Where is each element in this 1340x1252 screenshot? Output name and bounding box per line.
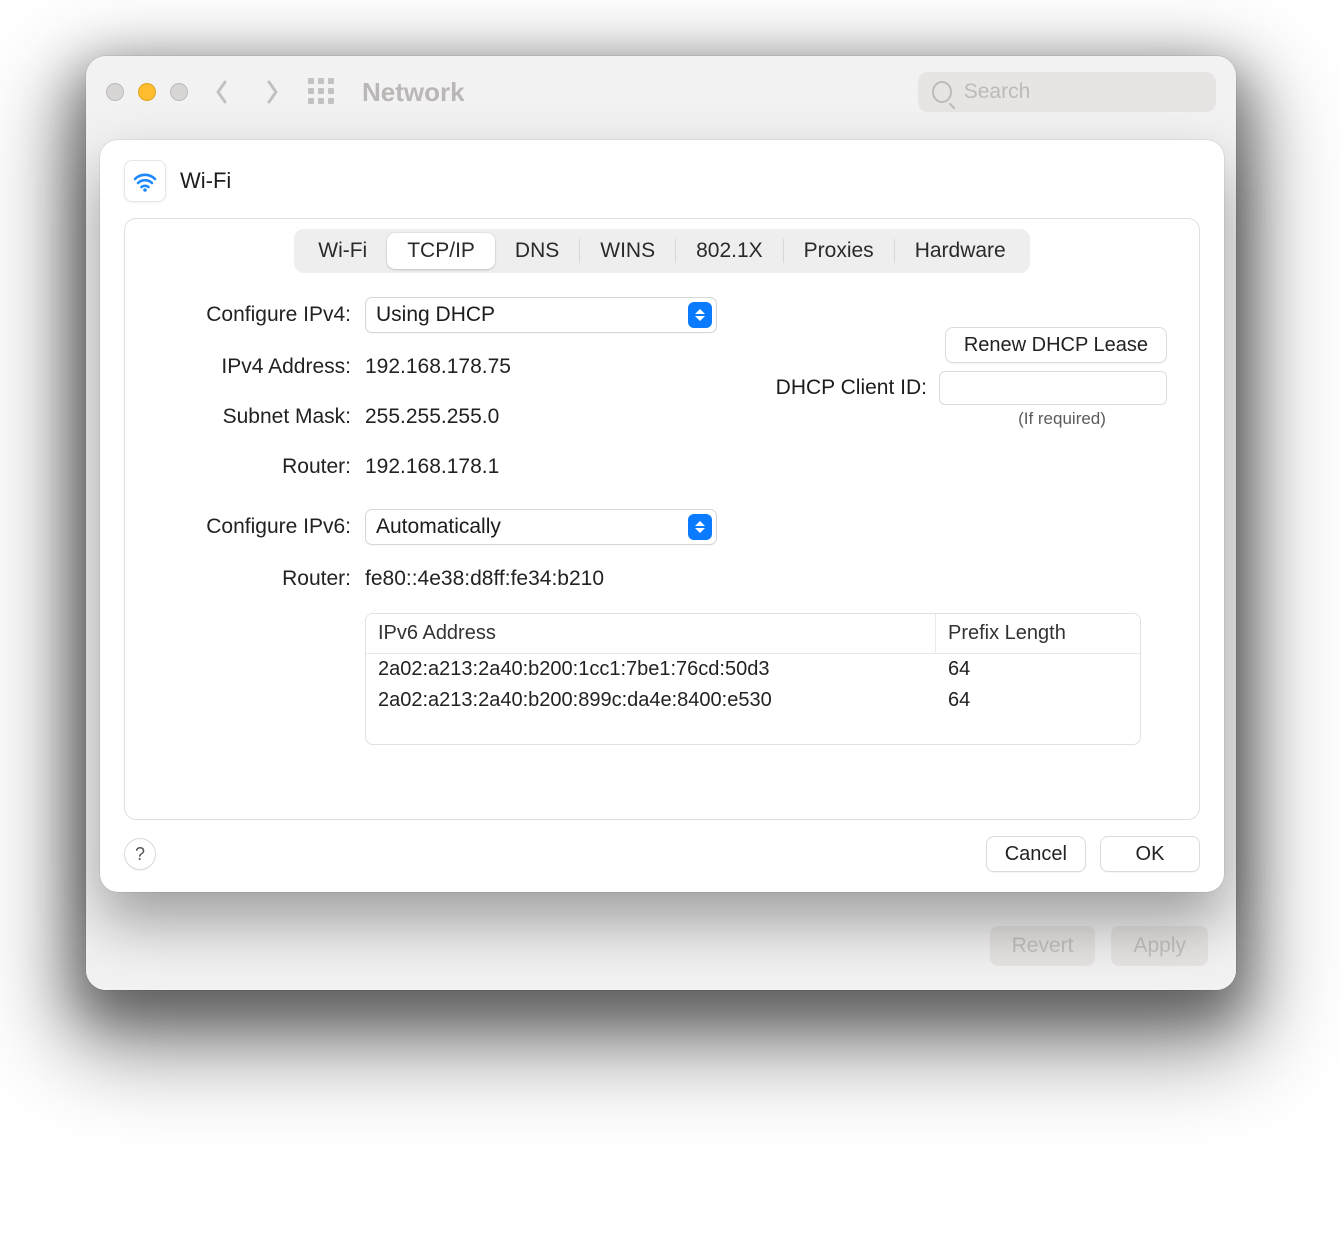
tab-bar: Wi-Fi TCP/IP DNS WINS 802.1X Proxies Har… — [294, 229, 1029, 273]
network-advanced-sheet: Wi-Fi Wi-Fi TCP/IP DNS WINS 802.1X Proxi… — [100, 140, 1224, 892]
toolbar: Network — [86, 56, 1236, 128]
configure-ipv4-label: Configure IPv4: — [151, 303, 365, 327]
configure-ipv4-value: Using DHCP — [376, 303, 495, 327]
configure-ipv6-value: Automatically — [376, 515, 501, 539]
ipv4-address-label: IPv4 Address: — [151, 355, 365, 379]
subnet-mask-value: 255.255.255.0 — [365, 405, 499, 429]
configure-ipv6-label: Configure IPv6: — [151, 515, 365, 539]
help-button[interactable]: ? — [124, 838, 156, 870]
content-box: Wi-Fi TCP/IP DNS WINS 802.1X Proxies Har… — [124, 218, 1200, 820]
ipv6-address-cell: 2a02:a213:2a40:b200:899c:da4e:8400:e530 — [366, 685, 936, 716]
router-ipv6-value: fe80::4e38:d8ff:fe34:b210 — [365, 567, 604, 591]
tab-wifi[interactable]: Wi-Fi — [298, 233, 387, 269]
ok-button[interactable]: OK — [1100, 836, 1200, 872]
sheet-title: Wi-Fi — [180, 168, 231, 194]
router-ipv4-label: Router: — [151, 455, 365, 479]
window-close[interactable] — [106, 83, 124, 101]
popup-indicator-icon — [688, 514, 712, 540]
ipv4-address-value: 192.168.178.75 — [365, 355, 511, 379]
ipv6-prefix-cell: 64 — [936, 685, 1140, 716]
ipv6-table-header-address[interactable]: IPv6 Address — [366, 614, 936, 653]
search-icon — [932, 81, 952, 103]
tab-hardware[interactable]: Hardware — [895, 233, 1026, 269]
router-ipv6-label: Router: — [151, 567, 365, 591]
window-minimize[interactable] — [138, 83, 156, 101]
subnet-mask-label: Subnet Mask: — [151, 405, 365, 429]
window-title: Network — [362, 77, 465, 108]
window-zoom[interactable] — [170, 83, 188, 101]
ipv6-address-table: IPv6 Address Prefix Length 2a02:a213:2a4… — [365, 613, 1141, 745]
apply-button[interactable]: Apply — [1111, 926, 1208, 966]
show-all-button[interactable] — [306, 76, 338, 108]
search-field[interactable] — [918, 72, 1216, 112]
popup-indicator-icon — [688, 302, 712, 328]
tab-8021x[interactable]: 802.1X — [676, 233, 783, 269]
router-ipv4-value: 192.168.178.1 — [365, 455, 499, 479]
wifi-icon — [124, 160, 166, 202]
configure-ipv6-popup[interactable]: Automatically — [365, 509, 717, 545]
ipv6-address-cell: 2a02:a213:2a40:b200:1cc1:7be1:76cd:50d3 — [366, 654, 936, 685]
ipv6-table-header-prefix[interactable]: Prefix Length — [936, 614, 1140, 653]
search-input[interactable] — [962, 79, 1202, 105]
nav-back-button[interactable] — [206, 76, 238, 108]
revert-button[interactable]: Revert — [990, 926, 1096, 966]
tab-dns[interactable]: DNS — [495, 233, 579, 269]
tab-wins[interactable]: WINS — [580, 233, 675, 269]
configure-ipv4-popup[interactable]: Using DHCP — [365, 297, 717, 333]
tab-tcpip[interactable]: TCP/IP — [387, 233, 495, 269]
cancel-button[interactable]: Cancel — [986, 836, 1086, 872]
nav-forward-button[interactable] — [256, 76, 288, 108]
grid-icon — [308, 78, 336, 106]
ipv6-table-row[interactable]: 2a02:a213:2a40:b200:899c:da4e:8400:e530 … — [366, 685, 1140, 716]
tab-proxies[interactable]: Proxies — [784, 233, 894, 269]
ipv6-prefix-cell: 64 — [936, 654, 1140, 685]
ipv6-table-row[interactable]: 2a02:a213:2a40:b200:1cc1:7be1:76cd:50d3 … — [366, 654, 1140, 685]
